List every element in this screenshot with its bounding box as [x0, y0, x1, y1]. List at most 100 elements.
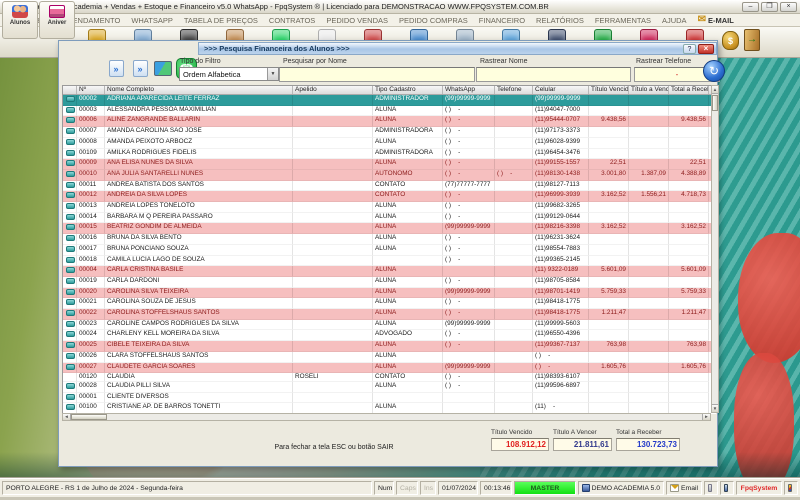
- cell: 00014: [77, 212, 105, 224]
- exit-door-icon[interactable]: →: [744, 29, 760, 51]
- menu-item-tabela-de-pre-os[interactable]: TABELA DE PREÇOS: [184, 16, 258, 25]
- table-row[interactable]: 00020 CAROLINA SILVA TEIXEIRA ALUNA (99)999…: [63, 287, 716, 299]
- dialog-close-button[interactable]: ×: [698, 43, 714, 54]
- table-row[interactable]: 00019 CARLA DARDONI ALUNA( ) - (11)98705-85…: [63, 276, 716, 288]
- dialog-help-button[interactable]: ?: [683, 43, 696, 54]
- table-row[interactable]: 00010 ANA JULIA SANTARELLI NUNES AUTONOMO(…: [63, 169, 716, 181]
- cell: (11)96231-3624: [533, 234, 589, 245]
- table-row[interactable]: 00027 CLAUDETE GARCIA SOARES ALUNA (99)9999…: [63, 362, 716, 374]
- menu-item-relat-rios[interactable]: RELATÓRIOS: [536, 16, 584, 25]
- table-row[interactable]: 00018 CAMILA LUCIA LAGO DE SOUZA ( ) - (11)…: [63, 255, 716, 267]
- table-row[interactable]: 00003 ALESSANDRA PESSOA MAXIMILIAN ALUNA( …: [63, 105, 716, 117]
- cell: 00024: [77, 330, 105, 342]
- map-button[interactable]: [153, 59, 173, 79]
- pesquisar-nome-input[interactable]: [279, 67, 475, 82]
- restore-button[interactable]: ❐: [761, 1, 778, 12]
- column-header[interactable]: Título Vencido: [589, 86, 629, 94]
- money-cell: [629, 159, 669, 170]
- grid-header-row: Nº Nome Completo Apelido Tipo Cadastro Whats…: [63, 86, 716, 95]
- column-header[interactable]: Nº: [77, 86, 105, 94]
- phone-icon: [66, 160, 75, 167]
- table-row[interactable]: 00021 CAROLINA SOUZA DE JESUS ALUNA( ) - (1…: [63, 298, 716, 310]
- menu-item-contratos[interactable]: CONTRATOS: [269, 16, 315, 25]
- printer-icon: [708, 484, 712, 492]
- tipo-filtro-select[interactable]: Ordem Alfabetica ▼: [179, 67, 279, 81]
- scroll-left-icon[interactable]: ◄: [63, 414, 71, 420]
- rastrear-nome-input[interactable]: [476, 67, 631, 82]
- table-row[interactable]: 00001 CLIENTE DIVERSOS: [63, 392, 716, 404]
- cell: CAROLINA SILVA TEIXEIRA: [105, 287, 293, 299]
- table-row[interactable]: 00002 ADRIANA APARECIDA LEITE FERRAZ ADMIN…: [63, 95, 716, 106]
- toolbar-button-alunos[interactable]: Alunos: [2, 1, 38, 39]
- horizontal-scroll-thumb[interactable]: [71, 414, 107, 420]
- table-row[interactable]: 00120 CLAUDIA ROSELI CONTATO( ) - (11)98393-…: [63, 373, 716, 382]
- table-row[interactable]: 00024 CHARLENY KELL MOREIRA DA SILVA ADVOG…: [63, 330, 716, 342]
- table-row[interactable]: 00011 ANDREA BATISTA DOS SANTOS CONTATO (77…: [63, 180, 716, 192]
- table-row[interactable]: 00007 AMANDA CAROLINA SÃO JOSE ADMINISTRAD…: [63, 127, 716, 138]
- column-header[interactable]: Total a Receber: [669, 86, 709, 94]
- table-row[interactable]: 00017 BRUNA PONCIANO SOUZA ALUNA( ) - (11)9…: [63, 244, 716, 256]
- menu-item-pedido-vendas[interactable]: PEDIDO VENDAS: [326, 16, 388, 25]
- table-row[interactable]: 00006 ALINE ZANGRANDE BALLARIN ALUNA( ) - (…: [63, 116, 716, 128]
- column-header[interactable]: Telefone: [495, 86, 533, 94]
- table-row[interactable]: 00026 CLARA STOFFELSHAUS SANTOS ALUNA ( ) -: [63, 351, 716, 363]
- scroll-right-icon[interactable]: ►: [702, 414, 710, 420]
- app-icon-panel: [784, 481, 798, 495]
- company-panel: DEMO ACADEMIA 5.0: [578, 481, 664, 495]
- scroll-down-icon[interactable]: ▼: [712, 404, 718, 412]
- cell: [293, 159, 373, 170]
- cell: ( ) -: [443, 105, 495, 117]
- cell: [293, 266, 373, 277]
- table-row[interactable]: 00013 ANDREIA LOPES TONELOTO ALUNA( ) - (11…: [63, 202, 716, 213]
- money-bag-icon[interactable]: $: [722, 31, 739, 50]
- scroll-up-icon[interactable]: ▲: [712, 86, 718, 94]
- table-row[interactable]: 00012 ANDREIA DA SILVA LOPES CONTATO( ) - (…: [63, 191, 716, 203]
- menu-item-ferramentas[interactable]: FERRAMENTAS: [595, 16, 651, 25]
- cell: ALUNA: [373, 105, 443, 117]
- vertical-scroll-thumb[interactable]: [712, 95, 718, 111]
- table-row[interactable]: 00022 CAROLINA STOFFELSHAUS SANTOS ALUNA( …: [63, 309, 716, 320]
- column-header[interactable]: Nome Completo: [105, 86, 293, 94]
- money-cell: 1.605,76: [589, 362, 629, 374]
- table-row[interactable]: 00014 BARBARA M Q PEREIRA PASSARO ALUNA( )…: [63, 212, 716, 224]
- table-row[interactable]: 00023 CAROLINE CAMPOS RODRIGUES DA SILVA A…: [63, 319, 716, 331]
- menu-item-whatsapp[interactable]: WHATSAPP: [131, 16, 173, 25]
- table-row[interactable]: 00109 AMILKA RODRIGUES FIDELIS ADMINISTRAD…: [63, 148, 716, 160]
- phone-icon: [66, 404, 75, 411]
- column-header[interactable]: Apelido: [293, 86, 373, 94]
- cell: ( ) -: [443, 381, 495, 393]
- cell: AMANDA PEIXOTO ARBOCZ: [105, 137, 293, 149]
- column-header[interactable]: Tipo Cadastro: [373, 86, 443, 94]
- table-row[interactable]: 00028 CLAUDIA PILLI SILVA ALUNA( ) - (11)99…: [63, 381, 716, 393]
- cell: [495, 127, 533, 138]
- column-header[interactable]: Título a Vencer: [629, 86, 669, 94]
- dialog-title-bar[interactable]: >>> Pesquisa Financeira dos Alunos >>> ?…: [198, 42, 717, 55]
- menu-item-ajuda[interactable]: AJUDA: [662, 16, 687, 25]
- cell: CARLA DARDONI: [105, 276, 293, 288]
- table-row[interactable]: 00004 CARLA CRISTINA BASILE ALUNA (11) 9322…: [63, 266, 716, 277]
- table-row[interactable]: 00015 BEATRIZ GONDIM DE ALMEIDA ALUNA (99)9…: [63, 223, 716, 235]
- cell: [293, 309, 373, 320]
- close-button[interactable]: ×: [780, 1, 797, 12]
- column-header[interactable]: Celular: [533, 86, 589, 94]
- minimize-button[interactable]: –: [742, 1, 759, 12]
- alunos-label: Alunos: [9, 20, 31, 26]
- toolbar-button-aniver[interactable]: Aniver: [39, 1, 75, 39]
- cell: ADRIANA APARECIDA LEITE FERRAZ: [105, 95, 293, 106]
- menu-item-financeiro[interactable]: FINANCEIRO: [479, 16, 525, 25]
- vertical-scrollbar[interactable]: ▲ ▼: [711, 85, 719, 413]
- horizontal-scrollbar[interactable]: ◄ ►: [62, 413, 711, 421]
- table-row[interactable]: 00025 CIBELE TEIXEIRA DA SILVA ALUNA( ) - (…: [63, 341, 716, 352]
- menu-item-email[interactable]: ✉ E-MAIL: [698, 15, 734, 25]
- column-header[interactable]: WhatsApp: [443, 86, 495, 94]
- column-header-icon[interactable]: [63, 86, 77, 94]
- print-button[interactable]: »: [130, 59, 150, 79]
- export-button[interactable]: »: [106, 59, 126, 79]
- table-row[interactable]: 00016 BRUNA DA SILVA BENTO ALUNA( ) - (11)9…: [63, 234, 716, 245]
- money-cell: [589, 298, 629, 310]
- table-row[interactable]: 00009 ANA ELISA NUNES DA SILVA ALUNA( ) - (…: [63, 159, 716, 170]
- refresh-button[interactable]: ↻: [703, 60, 725, 82]
- phone-icon: [66, 363, 75, 370]
- table-row[interactable]: 00008 AMANDA PEIXOTO ARBOCZ ALUNA( ) - (11)…: [63, 137, 716, 149]
- menu-item-pedido-compras[interactable]: PEDIDO COMPRAS: [399, 16, 468, 25]
